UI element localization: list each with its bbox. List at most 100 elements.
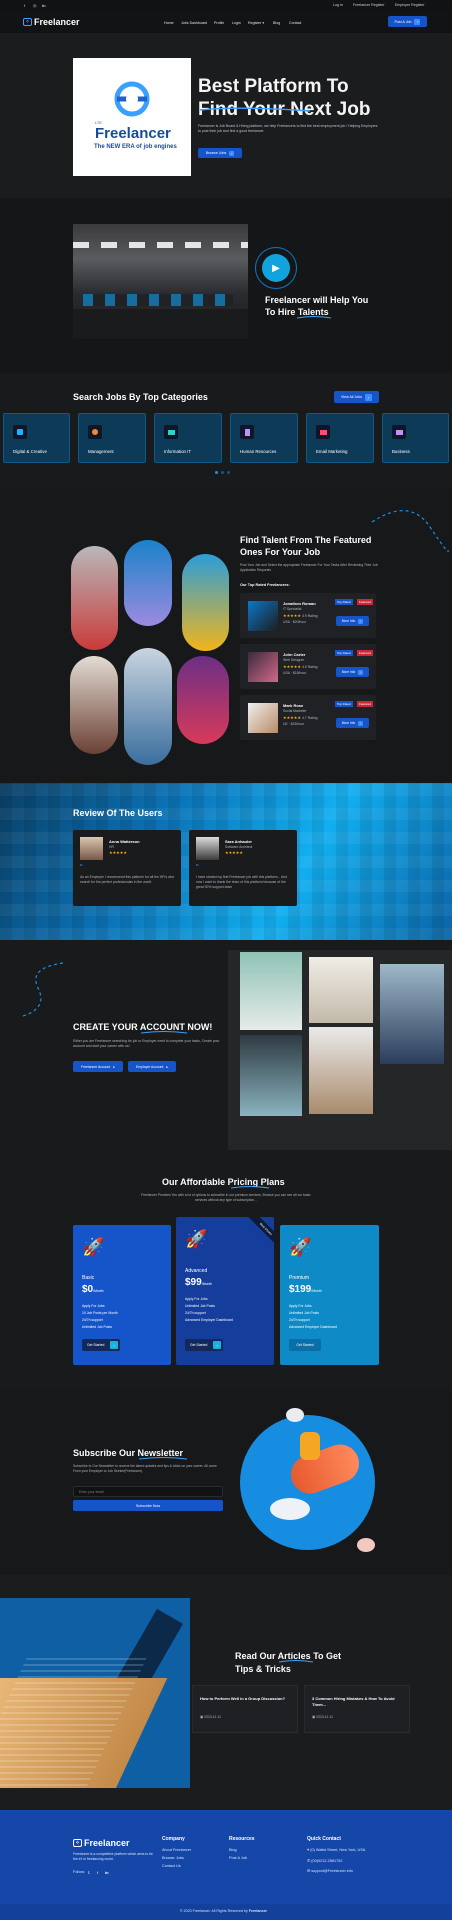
footer-link[interactable]: Blog [229,1848,237,1852]
plan-feature: 10 Job Posts per Month [82,1311,118,1315]
office-image [73,224,248,339]
plan-feature: Unlimited Job Posts [289,1311,319,1315]
arrow-right-icon: ▸ [113,1064,115,1069]
category-card-human-resources[interactable]: Human Resources [230,413,298,463]
workspace-photo [309,957,373,1023]
freelancer-name: John Carter [283,652,306,657]
plan-feature: 24/7h support [289,1318,310,1322]
rating-stars: ★★★★★ 4.9 Rating [283,664,318,669]
footer-link[interactable]: Post A Job [229,1856,247,1860]
category-card-information-it[interactable]: Information IT [154,413,222,463]
freelancer-card[interactable]: Jonathon Roman IT Specialist ★★★★★ 4.9 R… [240,593,376,638]
carousel-dots[interactable] [215,471,230,474]
nav-jobs-dashboard[interactable]: Jobs Dashboard [181,21,207,25]
facebook-icon[interactable]: f [24,3,25,8]
article-card[interactable]: 3 Common Hiring Mistakes & How To Avoid … [304,1685,410,1733]
more-info-button[interactable]: More Info › [336,667,369,677]
freelancer-logo-icon [114,81,150,117]
freelancer-photo [182,554,229,651]
browse-jobs-button[interactable]: Browse Jobs › [198,148,242,158]
subscribe-button[interactable]: Subscribe Now [73,1500,223,1511]
mail-icon: ✉ [307,1869,311,1873]
plan-feature: Apply For Jobs [185,1297,208,1301]
talent-title-line2: Ones For Your Job [240,547,321,557]
hero-title-line1: Best Platform To [198,76,349,97]
freelancer-photo [70,656,118,754]
document-icon [240,425,254,439]
freelancer-photo [71,546,118,650]
freelancer-role: IT Specialist [283,607,302,611]
play-button[interactable]: ▶ [255,247,297,289]
nav-register-label: Register [248,21,262,25]
category-card-management[interactable]: Management [78,413,146,463]
twitter-icon[interactable]: 𝕥 [88,1870,90,1875]
title-underline-decoration [140,1031,188,1034]
arrow-right-icon: › [229,150,235,156]
freelancer-card[interactable]: John Carter Web Designer ★★★★★ 4.9 Ratin… [240,644,376,689]
laptop-photo [240,952,302,1030]
nav-register[interactable]: Register ▾ [248,21,264,25]
category-card-email-marketing[interactable]: Email Marketing [306,413,374,463]
instagram-icon[interactable]: ◎ [33,3,37,8]
footer-link[interactable]: Contact Us [162,1864,181,1868]
freelancer-register-link[interactable]: Freelancer Register [353,3,385,7]
nav-contact[interactable]: Contact [289,21,301,25]
logo-text: Freelancer [34,17,80,27]
rating-stars: ★★★★★ 4.7 Rating [283,715,318,720]
freelancer-avatar [248,652,278,682]
get-started-button[interactable]: Get Started › [185,1339,223,1351]
nav-blog[interactable]: Blog [273,21,280,25]
footer-link[interactable]: About Freelancer [162,1848,191,1852]
get-started-button[interactable]: Get Started › [82,1339,120,1351]
nav-profile[interactable]: Profile [214,21,224,25]
quote-icon: “ [80,863,83,872]
reviews-section: Review Of The Users Anna Watterson HR ★★… [0,783,452,940]
plan-feature: Advanced Employer Dashboard [185,1318,233,1322]
articles-title-line2: Tips & Tricks [235,1664,291,1674]
phone-icon: ✆ [307,1859,311,1863]
newsletter-paragraph: Subscribe to Our Newsletter to receive t… [73,1464,217,1473]
more-info-button[interactable]: More Info › [336,718,369,728]
category-card-digital-creative[interactable]: Digital & Creative [3,413,70,463]
post-job-button[interactable]: Post A Job › [388,16,427,27]
linkedin-icon[interactable]: in [105,1870,109,1875]
footer-phone[interactable]: ✆ (00)0212-2581752 [307,1858,343,1863]
more-info-button[interactable]: More Info › [336,616,369,626]
featured-badge: Featured [357,650,374,656]
article-card[interactable]: How to Perform Well in a Group Discussio… [192,1685,298,1733]
employer-register-link[interactable]: Employer Register [395,3,425,7]
footer-logo[interactable]: ⟡ Freelancer [73,1838,130,1848]
nav-home[interactable]: Home [164,21,174,25]
plan-price: $0/Month [82,1284,104,1295]
linkedin-icon[interactable]: in [42,3,46,8]
footer-contact-title: Quick Contact [307,1836,341,1842]
freelancer-avatar [248,601,278,631]
top-rated-label: Our Top Rated Freelancers: [240,583,290,587]
freelancer-card[interactable]: Mark Rose Social Marketer ★★★★★ 4.7 Rati… [240,695,376,740]
get-started-button[interactable]: Get Started [289,1339,321,1351]
footer-resources-title: Resources [229,1836,255,1842]
plan-feature: Unlimited Job Posts [185,1304,215,1308]
video-section: ▶ Freelancer will Help You To Hire Talen… [0,198,452,373]
play-icon: ▶ [262,254,290,282]
article-title: How to Perform Well in a Group Discussio… [200,1696,286,1701]
nav-login[interactable]: Login [232,21,241,25]
review-text: As an Employer I recommend this platform… [80,875,175,884]
category-card-business[interactable]: Business [382,413,449,463]
arrow-right-icon: › [365,393,373,401]
logo-tagline: The NEW ERA of job engines [94,144,177,150]
freelancer-account-button[interactable]: Freelancer Account ▸ [73,1061,123,1072]
hero-logo-card: LTE Freelancer The NEW ERA of job engine… [73,58,191,176]
view-all-jobs-button[interactable]: View All Jobs › [334,391,379,403]
header-logo[interactable]: ⟡ Freelancer [23,17,80,27]
plan-feature: Unlimited Job Posts [82,1325,112,1329]
newsletter-email-input[interactable]: Enter your email [73,1486,223,1497]
login-link[interactable]: Log In [333,3,343,7]
freelancer-meta: UK · $15/hour [283,722,305,726]
employer-account-button[interactable]: Employer Account ▸ [128,1061,176,1072]
footer-address: ⌖ (0) Wallst Street, New York, USA [307,1848,366,1852]
footer-email[interactable]: ✉ support@Freelancer.info [307,1868,353,1873]
reviewer-avatar [80,837,103,860]
footer-link[interactable]: Browse Jobs [162,1856,184,1860]
facebook-icon[interactable]: f [97,1870,98,1875]
